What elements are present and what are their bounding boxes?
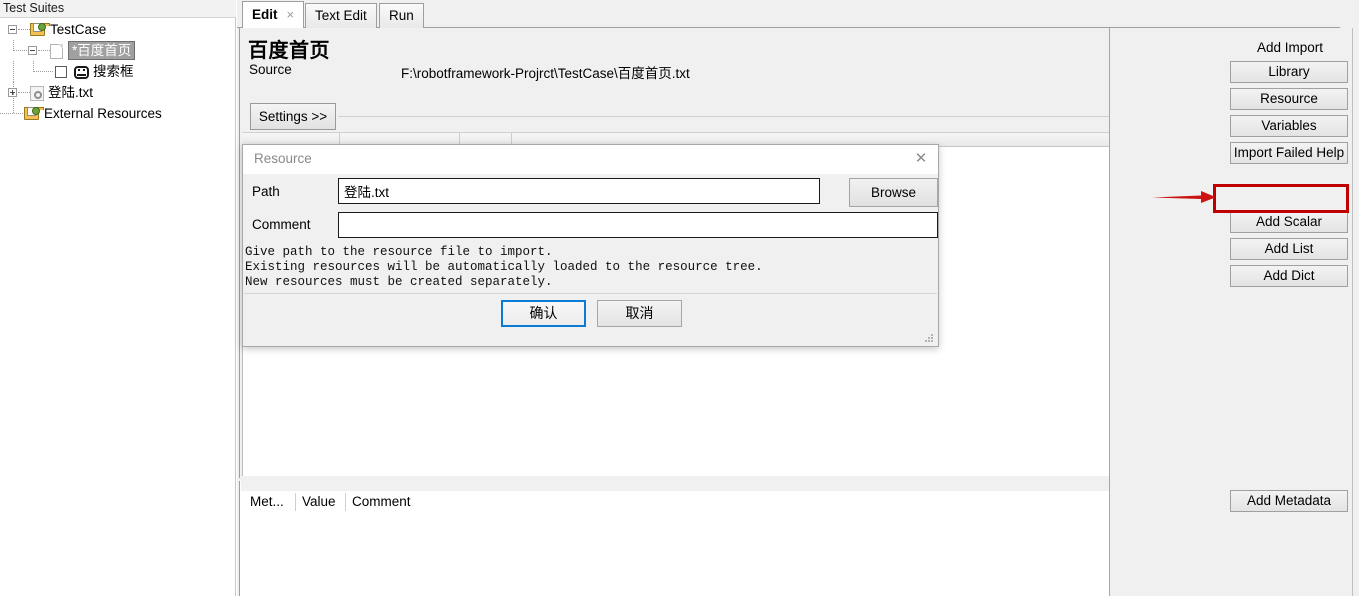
right-vertical-scrollbar[interactable] [1352, 28, 1359, 596]
tree-connector [13, 93, 15, 113]
import-failed-help-button[interactable]: Import Failed Help [1230, 142, 1348, 164]
page-title: 百度首页 [248, 40, 330, 62]
cancel-button[interactable]: 取消 [597, 300, 682, 327]
source-path-value: F:\robotframework-Projrct\TestCase\百度首页.… [401, 66, 690, 81]
dialog-titlebar[interactable]: Resource ✕ [243, 145, 938, 174]
dialog-help-text: Give path to the resource file to import… [245, 245, 763, 289]
tree-row[interactable]: *百度首页 [0, 40, 236, 61]
expander-minus-icon[interactable] [28, 46, 37, 55]
resize-grip-icon[interactable] [925, 334, 934, 343]
confirm-button[interactable]: 确认 [501, 300, 586, 327]
test-suites-pane: Test Suites TestCase *百度首页 搜索框 登陆.txt Ex… [0, 0, 236, 596]
add-import-resource-button[interactable]: Resource [1230, 88, 1348, 110]
tree-row[interactable]: TestCase [0, 19, 236, 40]
suite-tree: TestCase *百度首页 搜索框 登陆.txt External Resou… [0, 19, 236, 124]
tree-connector [18, 29, 30, 31]
add-dict-button[interactable]: Add Dict [1230, 265, 1348, 287]
browse-button[interactable]: Browse [849, 178, 938, 207]
tree-row[interactable]: External Resources [0, 93, 236, 124]
resource-import-dialog: Resource ✕ Path Browse Comment Give path… [242, 144, 939, 347]
tabstrip-right-filler [1340, 0, 1359, 28]
tab-edit-label: Edit [252, 7, 278, 22]
testcase-checkbox[interactable] [55, 66, 67, 78]
tree-row[interactable]: 搜索框 [0, 61, 236, 82]
add-list-button[interactable]: Add List [1230, 238, 1348, 260]
robot-face-icon [74, 66, 89, 79]
suite-folder-icon [30, 23, 50, 37]
tree-node-label: TestCase [50, 22, 107, 37]
metadata-column-comment[interactable]: Comment [352, 492, 411, 512]
close-icon[interactable]: × [287, 2, 295, 27]
add-import-variables-button[interactable]: Variables [1230, 115, 1348, 137]
tab-edit[interactable]: Edit × [242, 1, 305, 28]
test-suites-header: Test Suites [0, 0, 236, 18]
tree-row[interactable]: 登陆.txt [0, 82, 236, 103]
close-icon[interactable]: ✕ [910, 149, 932, 169]
path-input[interactable] [338, 178, 820, 204]
tab-text-edit-label: Text Edit [315, 8, 367, 23]
resource-txt-icon [30, 86, 44, 101]
add-metadata-button[interactable]: Add Metadata [1230, 490, 1348, 512]
tab-strip: Edit × Text Edit Run [237, 0, 1359, 28]
tree-node-label: 搜索框 [93, 64, 134, 79]
file-icon [50, 44, 63, 59]
dialog-title: Resource [254, 151, 312, 166]
tab-run-label: Run [389, 8, 414, 23]
tree-node-label-selected: *百度首页 [68, 41, 136, 60]
tree-node-label: 登陆.txt [48, 85, 94, 100]
tree-connector [33, 71, 53, 73]
comment-label: Comment [252, 217, 311, 232]
add-import-library-button[interactable]: Library [1230, 61, 1348, 83]
dialog-footer-divider [244, 293, 937, 294]
metadata-column-value[interactable]: Value [302, 492, 336, 512]
settings-toggle-button[interactable]: Settings >> [250, 103, 336, 130]
tree-connector [18, 92, 30, 94]
tree-connector [13, 61, 15, 82]
expander-minus-icon[interactable] [8, 25, 17, 34]
source-label: Source [249, 62, 292, 77]
right-action-sidebar: Add Import Library Resource Variables Im… [1109, 28, 1357, 596]
tab-text-edit[interactable]: Text Edit [305, 3, 377, 28]
path-label: Path [252, 184, 280, 199]
tab-run[interactable]: Run [379, 3, 424, 28]
add-scalar-button[interactable]: Add Scalar [1230, 211, 1348, 233]
tree-connector [0, 113, 23, 115]
tree-connector [13, 50, 27, 52]
tree-node-label: External Resources [44, 106, 162, 121]
tree-connector [38, 50, 50, 52]
comment-input[interactable] [338, 212, 938, 238]
metadata-column-met[interactable]: Met... [250, 492, 284, 512]
add-import-title: Add Import [1256, 40, 1324, 55]
suite-folder-icon [24, 107, 44, 121]
application-window: Test Suites TestCase *百度首页 搜索框 登陆.txt Ex… [0, 0, 1359, 596]
